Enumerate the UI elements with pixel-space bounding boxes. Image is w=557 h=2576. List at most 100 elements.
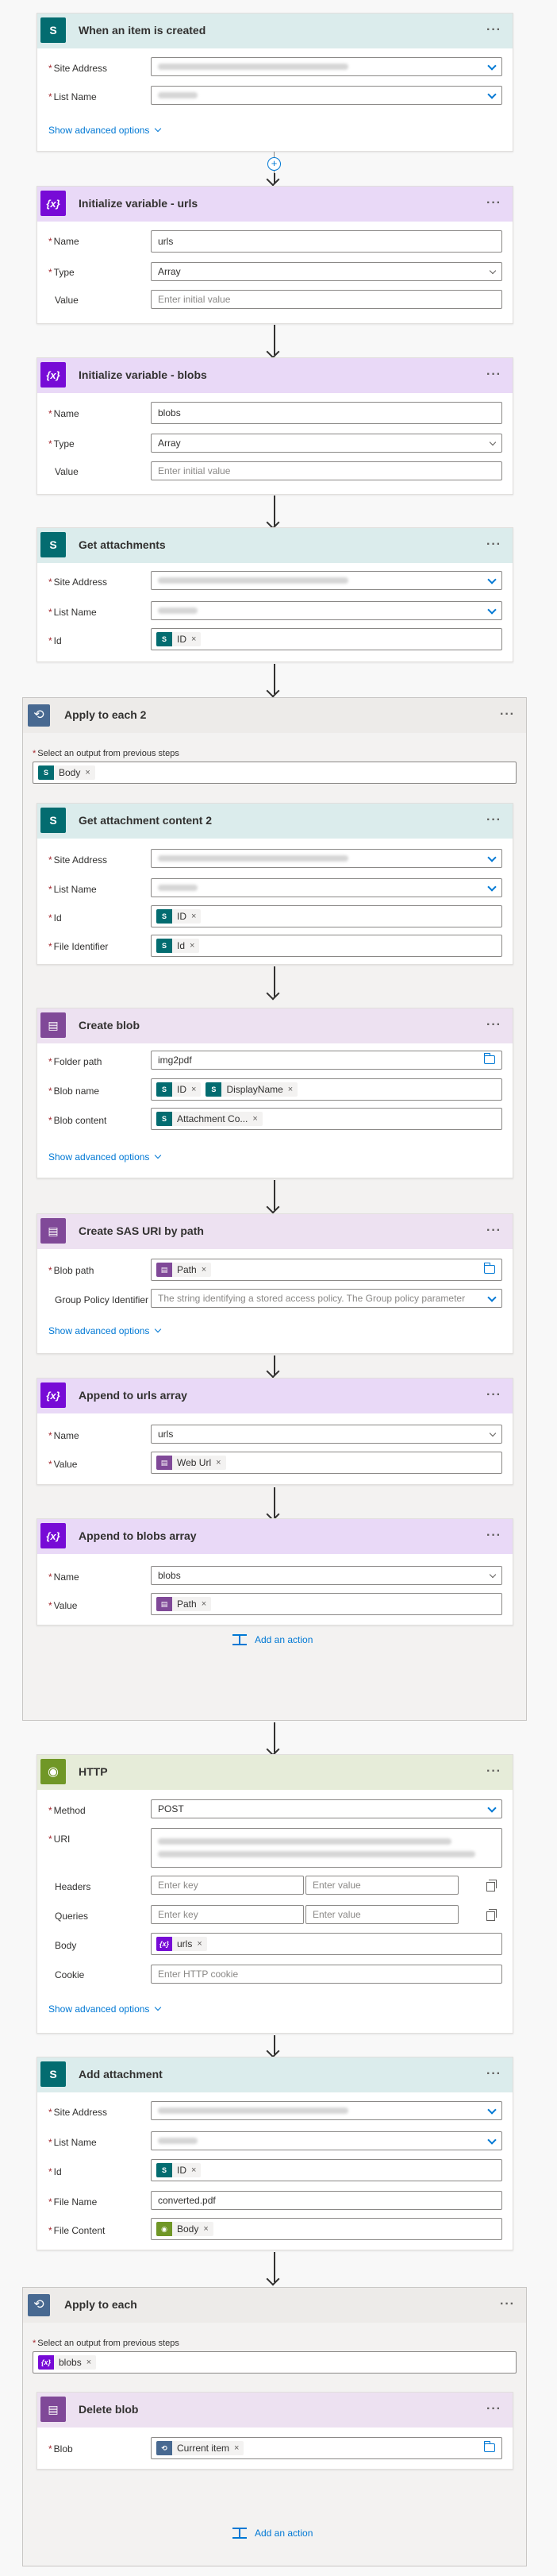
list-name-dropdown[interactable] (151, 601, 502, 620)
more-options-icon[interactable]: ··· (486, 1529, 501, 1543)
remove-token-icon[interactable]: × (216, 1458, 221, 1467)
blob-content-input[interactable]: S Attachment Co... × (151, 1108, 502, 1130)
id-input[interactable]: S ID × (151, 628, 502, 650)
create-sas-header[interactable]: ▤ Create SAS URI by path ··· (37, 1214, 513, 1249)
folder-browse-icon[interactable] (484, 1263, 495, 1274)
add-attachment-header[interactable]: S Add attachment ··· (37, 2057, 513, 2092)
more-options-icon[interactable]: ··· (486, 813, 501, 827)
name-dropdown[interactable]: urls (151, 1425, 502, 1444)
file-name-input[interactable]: converted.pdf (151, 2191, 502, 2210)
site-address-dropdown[interactable] (151, 571, 502, 590)
remove-token-icon[interactable]: × (86, 2358, 91, 2367)
append-blobs-header[interactable]: {x} Append to blobs array ··· (37, 1519, 513, 1554)
list-name-dropdown[interactable] (151, 86, 502, 105)
dynamic-token[interactable]: ▤ Web Url × (156, 1456, 226, 1470)
add-action-button[interactable]: Add an action (232, 1633, 324, 1649)
show-advanced-options[interactable]: Show advanced options (48, 1325, 162, 1336)
id-input[interactable]: S ID × (151, 2159, 502, 2181)
show-advanced-options[interactable]: Show advanced options (48, 125, 162, 136)
more-options-icon[interactable]: ··· (486, 1224, 501, 1238)
more-options-icon[interactable]: ··· (500, 708, 515, 722)
dynamic-token[interactable]: S Body × (38, 765, 95, 780)
show-advanced-options[interactable]: Show advanced options (48, 1151, 162, 1163)
headers-key-input[interactable]: Enter key (151, 1876, 304, 1895)
more-options-icon[interactable]: ··· (486, 2402, 501, 2416)
dynamic-token[interactable]: S Attachment Co... × (156, 1112, 263, 1126)
value-input[interactable]: ▤ Web Url × (151, 1452, 502, 1474)
folder-path-input[interactable]: img2pdf (151, 1051, 502, 1070)
uri-input[interactable] (151, 1828, 502, 1868)
file-identifier-input[interactable]: S Id × (151, 935, 502, 957)
list-name-dropdown[interactable] (151, 878, 502, 897)
value-input[interactable]: Enter initial value (151, 461, 502, 480)
show-advanced-options[interactable]: Show advanced options (48, 2003, 162, 2015)
append-urls-header[interactable]: {x} Append to urls array ··· (37, 1379, 513, 1413)
remove-token-icon[interactable]: × (203, 2224, 208, 2234)
list-name-dropdown[interactable] (151, 2131, 502, 2150)
remove-token-icon[interactable]: × (85, 768, 90, 777)
switch-text-mode-icon[interactable] (486, 1880, 497, 1892)
remove-token-icon[interactable]: × (288, 1085, 293, 1094)
select-output-input[interactable]: S Body × (33, 762, 517, 784)
get-attachments-header[interactable]: S Get attachments ··· (37, 528, 513, 563)
blob-input[interactable]: ⟲ Current item × (151, 2437, 502, 2459)
cookie-input[interactable]: Enter HTTP cookie (151, 1965, 502, 1984)
init-urls-header[interactable]: {x} Initialize variable - urls ··· (37, 187, 513, 222)
value-input[interactable]: Enter initial value (151, 290, 502, 309)
insert-step-button[interactable]: + (267, 157, 281, 171)
dynamic-token[interactable]: ▤ Path × (156, 1263, 212, 1277)
init-blobs-header[interactable]: {x} Initialize variable - blobs ··· (37, 358, 513, 393)
dynamic-token[interactable]: S ID × (156, 1082, 202, 1097)
blob-name-input[interactable]: S ID × S DisplayName × (151, 1078, 502, 1101)
group-policy-dropdown[interactable]: The string identifying a stored access p… (151, 1289, 502, 1308)
type-dropdown[interactable]: Array (151, 262, 502, 281)
name-input[interactable]: blobs (151, 402, 502, 424)
remove-token-icon[interactable]: × (202, 1265, 206, 1275)
dynamic-token[interactable]: {x} urls × (156, 1937, 207, 1951)
more-options-icon[interactable]: ··· (486, 196, 501, 210)
remove-token-icon[interactable]: × (191, 1085, 196, 1094)
more-options-icon[interactable]: ··· (486, 23, 501, 37)
remove-token-icon[interactable]: × (197, 1939, 202, 1949)
queries-key-input[interactable]: Enter key (151, 1905, 304, 1924)
remove-token-icon[interactable]: × (190, 941, 194, 951)
trigger-header[interactable]: S When an item is created ··· (37, 13, 513, 48)
method-dropdown[interactable]: POST (151, 1799, 502, 1818)
select-output-input[interactable]: {x} blobs × (33, 2351, 517, 2374)
folder-browse-icon[interactable] (484, 2441, 495, 2452)
name-input[interactable]: urls (151, 230, 502, 253)
body-input[interactable]: {x} urls × (151, 1933, 502, 1955)
dynamic-token[interactable]: S ID × (156, 2163, 202, 2177)
delete-blob-header[interactable]: ▤ Delete blob ··· (37, 2393, 513, 2428)
name-dropdown[interactable]: blobs (151, 1566, 502, 1585)
apply-each-header[interactable]: ⟲ Apply to each ··· (23, 2288, 526, 2323)
file-content-input[interactable]: ◉ Body × (151, 2218, 502, 2240)
dynamic-token[interactable]: ⟲ Current item × (156, 2441, 244, 2455)
value-input[interactable]: ▤ Path × (151, 1593, 502, 1615)
apply-each-2-header[interactable]: ⟲ Apply to each 2 ··· (23, 698, 526, 733)
more-options-icon[interactable]: ··· (486, 538, 501, 552)
blob-path-input[interactable]: ▤ Path × (151, 1259, 502, 1281)
get-attachment-content-header[interactable]: S Get attachment content 2 ··· (37, 804, 513, 839)
more-options-icon[interactable]: ··· (486, 1388, 501, 1402)
remove-token-icon[interactable]: × (202, 1599, 206, 1609)
remove-token-icon[interactable]: × (191, 634, 196, 644)
http-header[interactable]: ◉ HTTP ··· (37, 1755, 513, 1790)
dynamic-token[interactable]: S ID × (156, 909, 202, 924)
id-input[interactable]: S ID × (151, 905, 502, 927)
headers-value-input[interactable]: Enter value (305, 1876, 459, 1895)
dynamic-token[interactable]: ▤ Path × (156, 1597, 212, 1611)
site-address-dropdown[interactable] (151, 849, 502, 868)
type-dropdown[interactable]: Array (151, 434, 502, 453)
switch-text-mode-icon[interactable] (486, 1909, 497, 1921)
queries-value-input[interactable]: Enter value (305, 1905, 459, 1924)
create-blob-header[interactable]: ▤ Create blob ··· (37, 1008, 513, 1043)
more-options-icon[interactable]: ··· (486, 1018, 501, 1032)
more-options-icon[interactable]: ··· (486, 1764, 501, 1779)
more-options-icon[interactable]: ··· (486, 2067, 501, 2081)
remove-token-icon[interactable]: × (191, 912, 196, 921)
more-options-icon[interactable]: ··· (486, 368, 501, 382)
remove-token-icon[interactable]: × (234, 2443, 239, 2453)
more-options-icon[interactable]: ··· (500, 2297, 515, 2312)
dynamic-token[interactable]: {x} blobs × (38, 2355, 97, 2370)
